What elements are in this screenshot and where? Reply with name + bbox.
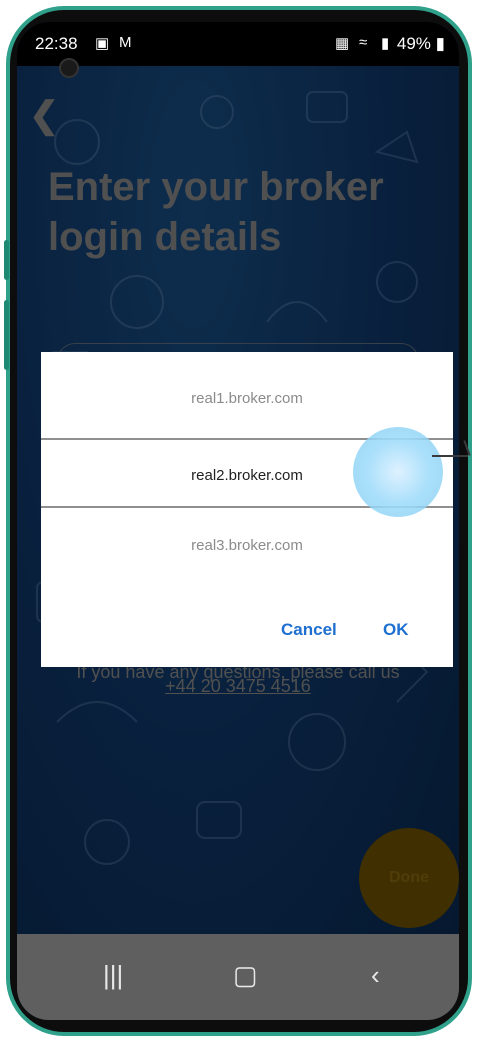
option-real1[interactable]: real1.broker.com: [41, 390, 453, 407]
nfc-icon: ▦: [335, 35, 350, 52]
system-nav-bar: ||| ▢ ‹: [17, 934, 459, 1020]
volume-button: [4, 240, 9, 280]
callout-line: [432, 455, 468, 457]
front-camera: [59, 58, 79, 78]
battery-icon: ▮: [435, 34, 445, 53]
status-time: 22:38: [35, 34, 78, 53]
back-nav-icon[interactable]: ‹: [371, 960, 380, 991]
power-button: [4, 300, 9, 370]
recents-icon[interactable]: |||: [103, 960, 123, 991]
battery-percent: 49%: [396, 34, 431, 53]
ok-button[interactable]: OK: [383, 620, 409, 640]
signal-icon: ▮: [381, 35, 390, 52]
screen: ❮ Enter your broker login details If you…: [17, 22, 459, 1020]
cancel-button[interactable]: Cancel: [281, 620, 337, 640]
touch-indicator: [353, 427, 443, 517]
option-real3[interactable]: real3.broker.com: [41, 537, 453, 554]
battery-level: 49% ▮: [397, 34, 445, 54]
home-icon[interactable]: ▢: [233, 960, 258, 991]
status-bar: 22:38 ▣ M ▦ ≈ ▮ 49% ▮: [17, 22, 459, 66]
wifi-icon: ≈: [359, 34, 368, 51]
gmail-icon: M: [119, 34, 132, 51]
image-icon: ▣: [95, 35, 110, 52]
